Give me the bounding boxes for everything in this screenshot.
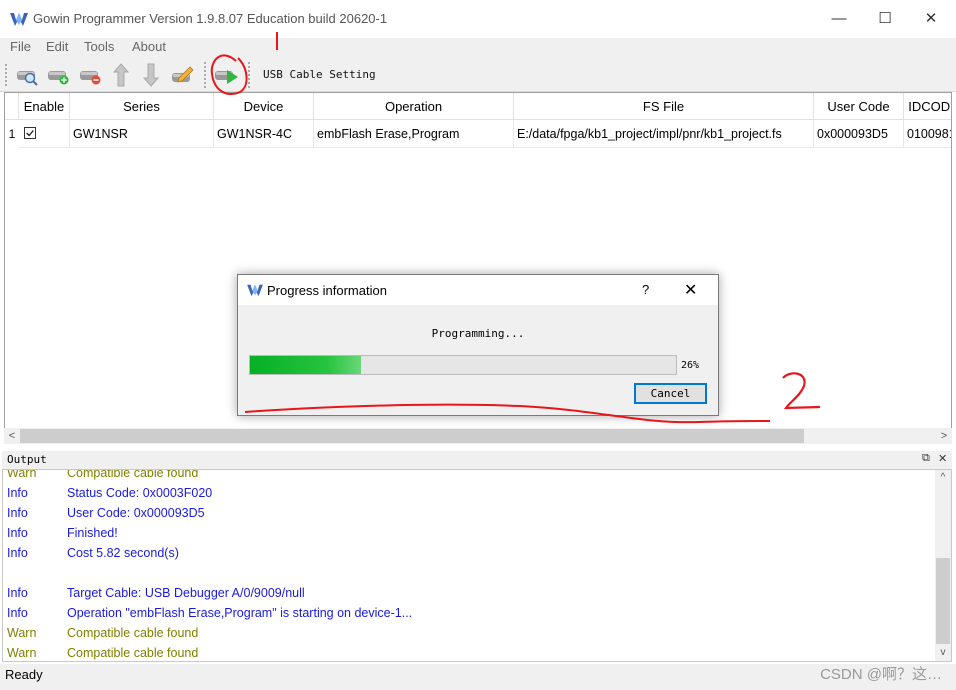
table-corner [5, 93, 19, 120]
column-header-user-code[interactable]: User Code [814, 93, 904, 120]
output-panel-title: Output [7, 453, 47, 466]
column-header-idcode[interactable]: IDCODE [904, 93, 951, 120]
move-down-icon[interactable] [138, 62, 164, 88]
progress-message: Programming... [431, 327, 525, 340]
usb-cable-setting-button[interactable]: USB Cable Setting [263, 68, 376, 81]
enable-checkbox[interactable] [24, 127, 36, 139]
log-level: Warn [7, 626, 37, 640]
scan-device-icon[interactable] [14, 62, 40, 88]
gowin-logo-icon [247, 284, 263, 297]
close-panel-icon[interactable]: ✕ [938, 452, 947, 465]
scroll-up-icon[interactable]: ^ [935, 470, 951, 486]
toolbar-separator [204, 62, 206, 88]
progress-fill [250, 356, 361, 374]
table-cell-fs-file[interactable]: E:/data/fpga/kb1_project/impl/pnr/kb1_pr… [514, 120, 814, 148]
log-level: Warn [7, 646, 37, 660]
log-message: Compatible cable found [67, 646, 199, 660]
remove-device-icon[interactable] [77, 62, 103, 88]
scrollbar-thumb[interactable] [936, 558, 950, 644]
log-message: Operation "embFlash Erase,Program" is st… [67, 606, 413, 620]
toolbar-separator [248, 62, 250, 88]
column-header-operation[interactable]: Operation [314, 93, 514, 120]
watermark: CSDN @啊？这… [820, 666, 942, 683]
dialog-title-bar: Progress information ? ✕ [238, 275, 718, 305]
gowin-logo-icon [10, 13, 28, 26]
dialog-title: Progress information [267, 283, 387, 298]
column-header-device[interactable]: Device [214, 93, 314, 120]
menu-tools[interactable]: Tools [84, 39, 114, 54]
log-message: Compatible cable found [67, 626, 199, 640]
program-run-icon[interactable] [214, 62, 240, 88]
minimize-button[interactable]: — [816, 6, 862, 32]
log-level: Info [7, 486, 28, 500]
log-level: Warn [7, 469, 37, 480]
status-text: Ready [5, 667, 43, 682]
add-device-icon[interactable] [45, 62, 71, 88]
table-cell-operation[interactable]: embFlash Erase,Program [314, 120, 514, 148]
move-up-icon[interactable] [108, 62, 134, 88]
title-bar: Gowin Programmer Version 1.9.8.07 Educat… [0, 0, 956, 38]
log-message: Cost 5.82 second(s) [67, 546, 179, 560]
menu-about[interactable]: About [132, 39, 166, 54]
table-cell-series[interactable]: GW1NSR [70, 120, 214, 148]
scrollbar-thumb[interactable] [20, 429, 804, 443]
output-panel-header: Output ⧉ ✕ [2, 451, 952, 469]
table-cell-idcode[interactable]: 0100981B [904, 120, 951, 148]
log-level: Info [7, 546, 28, 560]
maximize-button[interactable]: ☐ [862, 6, 908, 32]
table-cell-user-code[interactable]: 0x000093D5 [814, 120, 904, 148]
row-number: 1 [8, 127, 16, 141]
close-button[interactable]: ✕ [908, 6, 954, 32]
column-header-fs-file[interactable]: FS File [514, 93, 814, 120]
edit-config-icon[interactable] [169, 62, 195, 88]
vertical-scrollbar[interactable]: ^ v [935, 470, 951, 661]
log-level: Info [7, 586, 28, 600]
log-level: Info [7, 606, 28, 620]
log-message: Compatible cable found [67, 469, 199, 480]
scroll-down-icon[interactable]: v [935, 645, 951, 661]
float-panel-icon[interactable]: ⧉ [922, 452, 930, 465]
check-icon [26, 130, 34, 137]
scroll-left-icon[interactable]: < [4, 428, 20, 444]
dialog-close-button[interactable]: ✕ [684, 280, 697, 300]
output-log: Warn Compatible cable found Info Status Cod… [2, 469, 952, 662]
log-level: Info [7, 526, 28, 540]
horizontal-scrollbar[interactable]: < > [4, 428, 952, 444]
log-message: Target Cable: USB Debugger A/0/9009/null [67, 586, 305, 600]
column-header-series[interactable]: Series [70, 93, 214, 120]
toolbar: USB Cable Setting [0, 58, 956, 92]
column-header-enable[interactable]: Enable [19, 93, 70, 120]
log-level: Info [7, 506, 28, 520]
log-message: Finished! [67, 526, 118, 540]
log-message: User Code: 0x000093D5 [67, 506, 205, 520]
progress-bar [249, 355, 677, 375]
menu-bar: File Edit Tools About [0, 38, 956, 58]
table-cell-device[interactable]: GW1NSR-4C [214, 120, 314, 148]
scroll-right-icon[interactable]: > [936, 428, 952, 444]
log-message: Status Code: 0x0003F020 [67, 486, 213, 500]
progress-percent: 26% [681, 360, 700, 371]
cancel-button[interactable]: Cancel [634, 383, 707, 404]
menu-edit[interactable]: Edit [46, 39, 68, 54]
status-bar: Ready [0, 664, 956, 690]
toolbar-grip [5, 64, 8, 86]
window-title: Gowin Programmer Version 1.9.8.07 Educat… [33, 11, 388, 26]
help-button[interactable]: ? [642, 282, 649, 297]
menu-file[interactable]: File [10, 39, 31, 54]
progress-dialog: Progress information ? ✕ Programming... … [237, 274, 719, 416]
